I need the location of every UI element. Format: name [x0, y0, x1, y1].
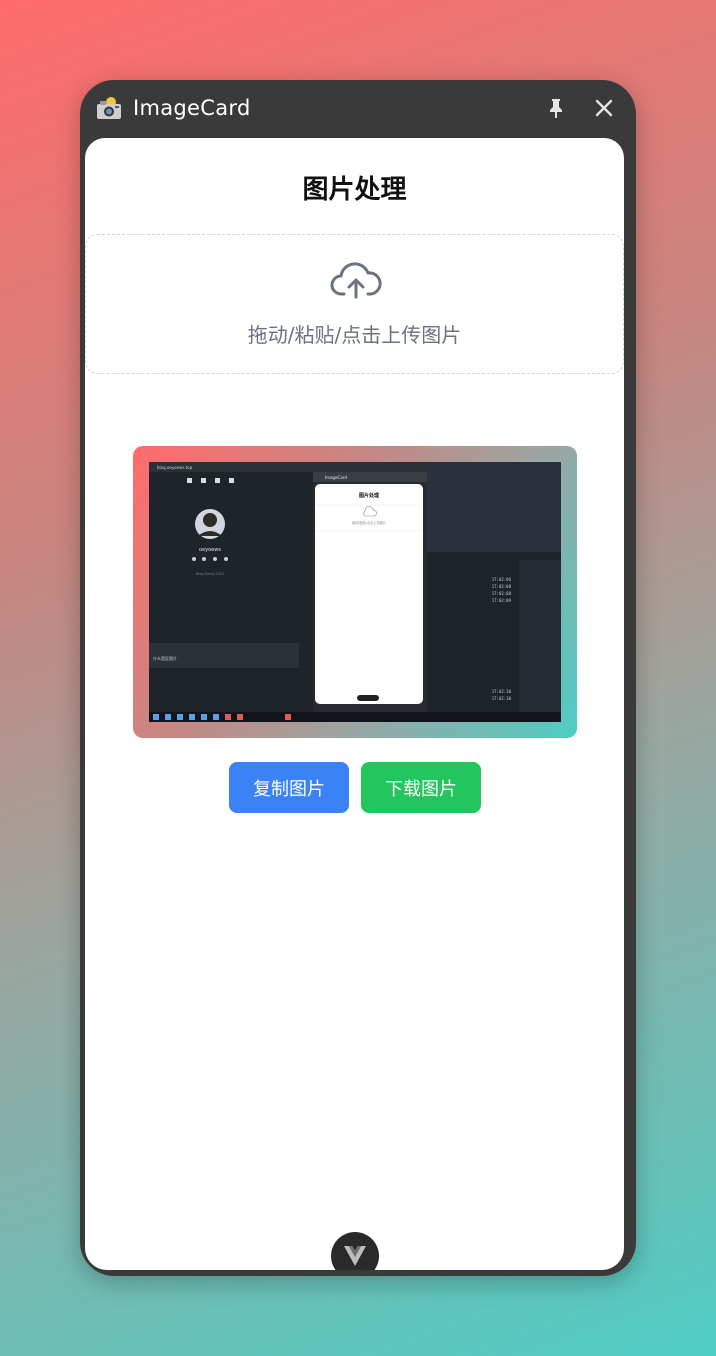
preview-time-5: 17:02:10	[492, 689, 512, 694]
preview-profile-name: oeyoews	[199, 547, 221, 553]
preview-screenshot-art: blog.oeyoews.top oeyoews Blog Since 2022…	[149, 462, 561, 722]
preview-list-item: 什么是区图片	[153, 655, 177, 661]
window-title: ImageCard	[133, 96, 251, 120]
vue-devtools-button[interactable]	[331, 1232, 379, 1270]
preview-screenshot: blog.oeyoews.top oeyoews Blog Since 2022…	[149, 462, 561, 722]
close-icon[interactable]	[592, 96, 616, 120]
image-preview: blog.oeyoews.top oeyoews Blog Since 2022…	[133, 446, 577, 738]
preview-profile-sub: Blog Since 2022	[196, 572, 224, 576]
preview-time-6: 17:02:10	[492, 696, 512, 701]
camera-icon	[97, 97, 121, 119]
preview-card-title: ImageCard	[325, 475, 347, 480]
dropzone-label: 拖动/粘贴/点击上传图片	[247, 323, 462, 347]
preview-tab-title: blog.oeyoews.top	[157, 465, 193, 470]
main-panel: 图片处理 拖动/粘贴/点击上传图片 blog.oeyoews.top oeyoe…	[85, 138, 624, 1270]
preview-time-2: 17:02:08	[492, 584, 512, 589]
preview-time-4: 17:02:09	[492, 598, 512, 603]
app-window: ImageCard 图片处理 拖动/粘贴/点击上传图片 blog.oeyoews…	[80, 80, 636, 1276]
preview-card-heading: 图片处理	[359, 492, 379, 499]
preview-card-hint: 拖动/粘贴/点击上传图片	[352, 520, 386, 525]
cloud-upload-icon	[330, 262, 382, 299]
preview-time-3: 17:02:08	[492, 591, 512, 596]
pin-icon[interactable]	[544, 96, 568, 120]
copy-image-button[interactable]: 复制图片	[229, 762, 349, 813]
titlebar[interactable]: ImageCard	[80, 80, 636, 138]
vue-logo-icon	[344, 1246, 366, 1266]
preview-time-1: 17:02:06	[492, 577, 512, 582]
page-title: 图片处理	[302, 175, 407, 205]
download-image-button[interactable]: 下载图片	[361, 762, 481, 813]
upload-dropzone[interactable]: 拖动/粘贴/点击上传图片	[85, 234, 624, 374]
